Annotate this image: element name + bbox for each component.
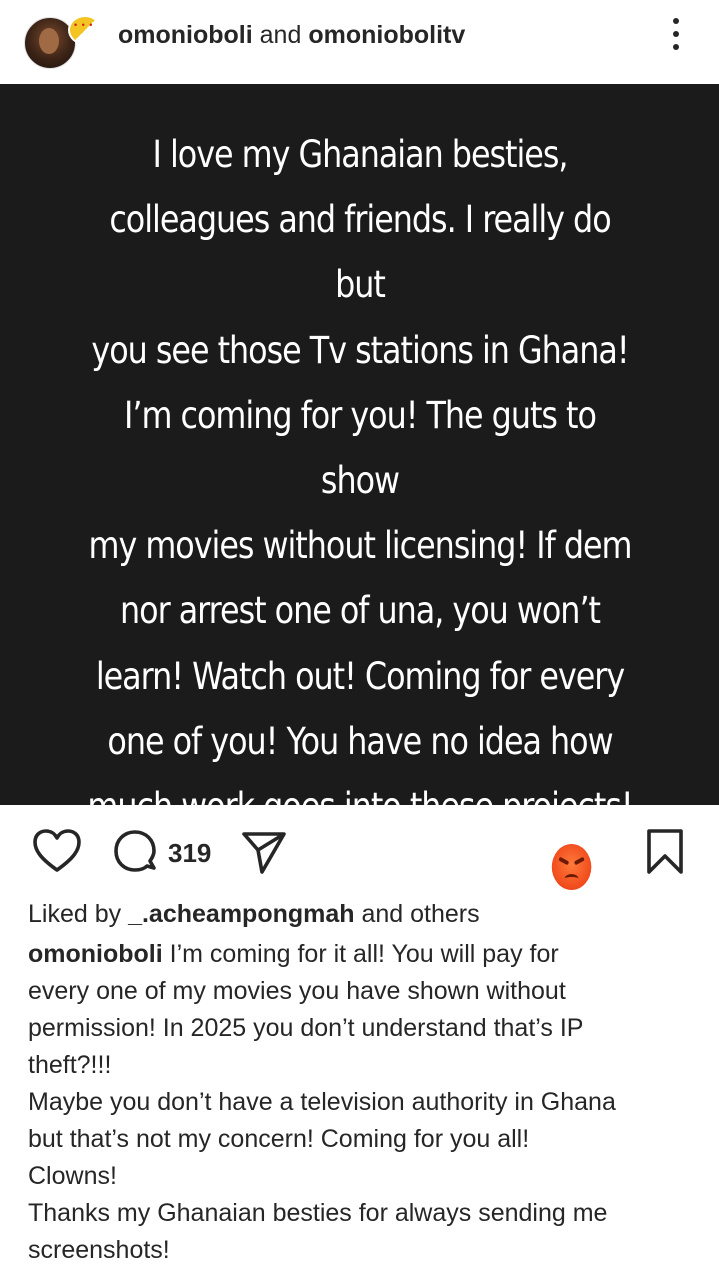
post-owners: omonioboli and omoniobolitv: [118, 20, 465, 50]
caption-text: I’m coming for it all! You will pay for …: [28, 940, 616, 1264]
more-options-icon[interactable]: [662, 14, 690, 54]
collaborator-link[interactable]: omoniobolitv: [308, 21, 465, 49]
collaborator-avatar[interactable]: • • •: [68, 15, 102, 45]
save-bookmark-icon[interactable]: [646, 828, 684, 876]
post-header: • • • omonioboli and omoniobolitv: [0, 0, 719, 84]
share-icon[interactable]: [240, 830, 288, 876]
post-text-body: I love my Ghanaian besties, colleagues a…: [87, 133, 633, 894]
action-bar: 319: [0, 820, 719, 884]
liker-username[interactable]: _.acheampongmah: [128, 900, 354, 928]
heart-icon[interactable]: [32, 828, 82, 874]
likes-suffix[interactable]: and others: [361, 900, 479, 928]
comment-icon[interactable]: [112, 828, 160, 876]
post-text: I love my Ghanaian besties, colleagues a…: [85, 122, 635, 904]
likes-summary: Liked by _.acheampongmah and others: [28, 898, 480, 930]
username-link[interactable]: omonioboli: [118, 21, 253, 49]
likes-prefix: Liked by: [28, 900, 122, 928]
owners-connector: and: [259, 21, 302, 49]
caption: omonioboli I’m coming for it all! You wi…: [28, 936, 698, 1269]
caption-username[interactable]: omonioboli: [28, 940, 163, 968]
comment-count: 319: [168, 838, 212, 868]
avatar[interactable]: • • •: [24, 15, 102, 69]
